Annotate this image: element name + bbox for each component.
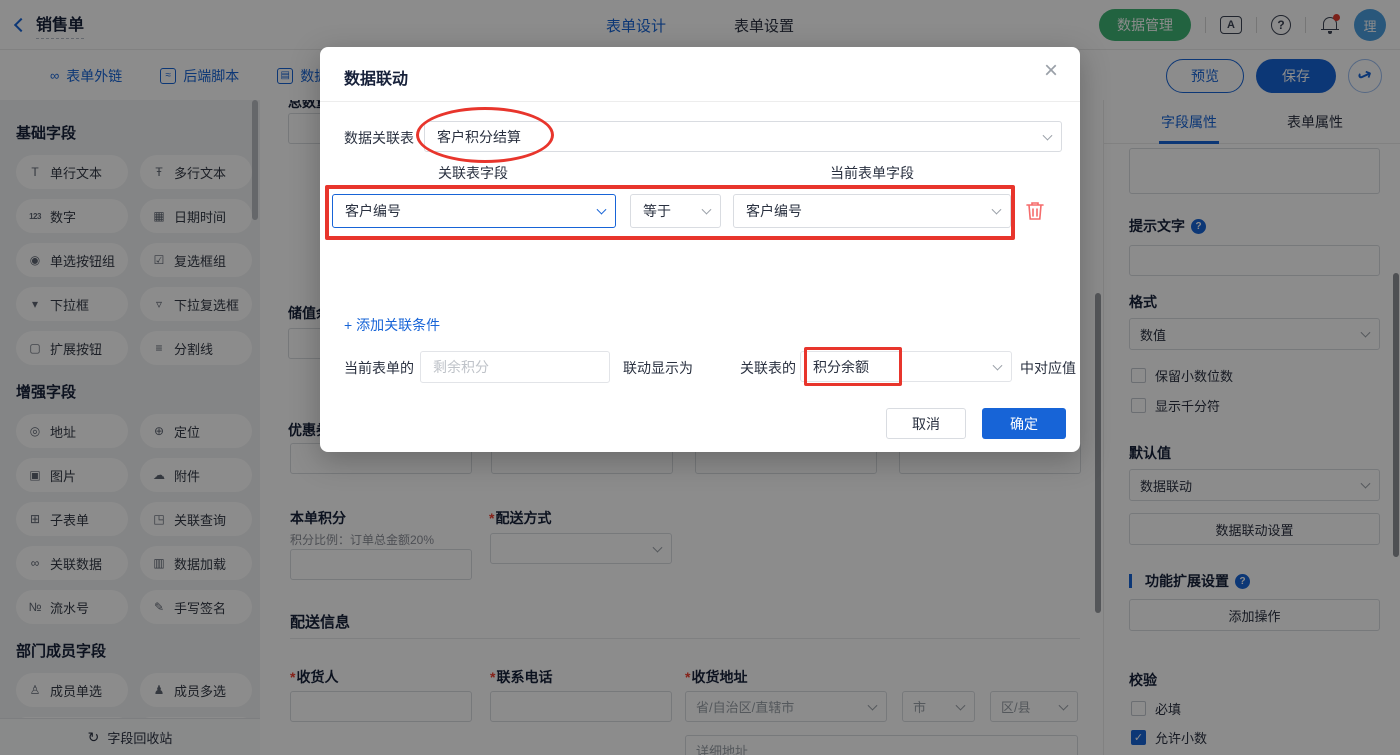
- delete-condition-trash-icon[interactable]: [1025, 200, 1045, 222]
- chevron-down-icon: [992, 360, 1003, 371]
- related-field-select[interactable]: 积分余额: [800, 351, 1012, 382]
- related-table-select[interactable]: 客户积分结算: [424, 121, 1062, 152]
- condition-left-field-select[interactable]: 客户编号: [332, 194, 616, 228]
- condition-right-field-select[interactable]: 客户编号: [733, 194, 1011, 228]
- close-icon[interactable]: ×: [1044, 59, 1058, 83]
- dialog-title: 数据联动: [344, 71, 409, 88]
- chevron-down-icon: [596, 204, 607, 215]
- display-as-label: 联动显示为: [623, 360, 693, 376]
- chevron-down-icon: [991, 204, 1002, 215]
- corresponding-value-label: 中对应值: [1020, 360, 1076, 376]
- current-field-input[interactable]: 剩余积分: [420, 351, 610, 383]
- condition-operator-select[interactable]: 等于: [630, 194, 721, 228]
- data-linkage-dialog: 数据联动 × 数据关联表 客户积分结算 关联表字段 当前表单字段 客户编号 等于…: [320, 47, 1080, 452]
- cancel-button[interactable]: 取消: [886, 408, 966, 439]
- related-table-field-header: 关联表字段: [438, 165, 508, 181]
- chevron-down-icon: [701, 204, 712, 215]
- related-table-of-label: 关联表的: [740, 360, 796, 376]
- confirm-button[interactable]: 确定: [982, 408, 1066, 439]
- chevron-down-icon: [1042, 130, 1053, 141]
- add-condition-link[interactable]: + 添加关联条件: [344, 315, 440, 335]
- related-table-label: 数据关联表: [344, 130, 414, 146]
- current-form-field-header: 当前表单字段: [830, 165, 914, 181]
- dialog-divider: [320, 101, 1080, 102]
- current-form-label: 当前表单的: [344, 360, 414, 376]
